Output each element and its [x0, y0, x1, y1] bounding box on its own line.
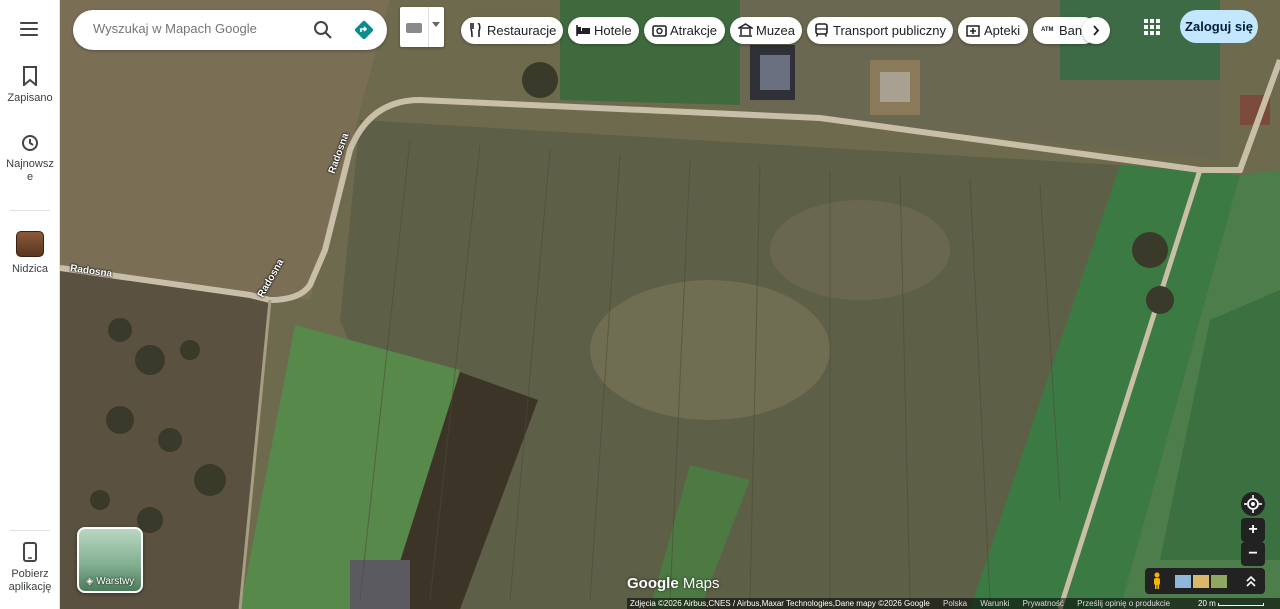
- left-rail: Zapisano Najnowsze Nidzica Pobierz aplik…: [0, 0, 60, 609]
- search-icon[interactable]: [313, 20, 333, 40]
- camera-icon: [652, 25, 667, 37]
- chip-museums[interactable]: Muzea: [730, 17, 802, 44]
- chip-label: Transport publiczny: [833, 23, 946, 38]
- chip-label: Muzea: [756, 23, 796, 38]
- zoom-out-button[interactable]: −: [1241, 542, 1265, 566]
- search-input[interactable]: [93, 21, 303, 36]
- chevron-down-icon: [432, 22, 440, 27]
- privacy-link[interactable]: Prywatność: [1023, 599, 1064, 608]
- saved-button[interactable]: Zapisano: [0, 66, 60, 105]
- chip-label: Restauracje: [487, 23, 557, 38]
- search-box: [73, 10, 387, 50]
- expand-up-icon[interactable]: [1245, 574, 1257, 588]
- location-target-icon: [1244, 495, 1262, 513]
- phone-icon: [23, 542, 37, 562]
- scale-label[interactable]: 20 m: [1198, 598, 1216, 609]
- saved-label: Zapisano: [7, 92, 53, 104]
- museum-icon: [738, 23, 753, 37]
- imagery-credit: Zdjęcia ©2026 Airbus,CNES / Airbus,Maxar…: [630, 599, 930, 608]
- bookmark-icon: [23, 66, 37, 86]
- train-icon: [815, 23, 828, 37]
- attribution-bar: Zdjęcia ©2026 Airbus,CNES / Airbus,Maxar…: [627, 598, 1280, 609]
- chip-label: Hotele: [594, 23, 632, 38]
- chip-restaurants[interactable]: Restauracje: [461, 17, 563, 44]
- country-link[interactable]: Polska: [943, 599, 967, 608]
- map-type-thumbnails[interactable]: [1175, 575, 1227, 588]
- scale-bar: [1218, 603, 1264, 606]
- layers-button[interactable]: ◈ Warstwy: [77, 527, 143, 593]
- sign-in-button[interactable]: Zaloguj się: [1180, 10, 1258, 43]
- download-app-button[interactable]: Pobierz aplikację: [0, 542, 60, 594]
- google-maps-logo: Google Maps: [627, 575, 720, 592]
- menu-icon[interactable]: [20, 22, 38, 36]
- plus-icon: +: [1248, 521, 1258, 538]
- chip-pharmacies[interactable]: Apteki: [958, 17, 1028, 44]
- chip-attractions[interactable]: Atrakcje: [644, 17, 725, 44]
- rail-divider: [10, 530, 50, 531]
- chips-next-button[interactable]: [1082, 17, 1110, 44]
- chip-label: Atrakcje: [670, 23, 717, 38]
- terrain-thumb-icon: [1193, 575, 1209, 588]
- traffic-thumb-icon: [1211, 575, 1227, 588]
- terms-link[interactable]: Warunki: [980, 599, 1009, 608]
- recent-button[interactable]: Najnowsze: [0, 134, 60, 184]
- chevron-right-icon: [1093, 25, 1100, 36]
- layers-label: Warstwy: [96, 576, 135, 587]
- satellite-map[interactable]: [60, 0, 1280, 609]
- place-label: Nidzica: [11, 263, 49, 275]
- apps-grid-icon[interactable]: [1144, 19, 1160, 35]
- directions-icon[interactable]: [353, 19, 375, 41]
- history-icon: [22, 135, 38, 151]
- place-thumbnail-icon: [16, 231, 44, 257]
- bottom-tools-bar: [1145, 568, 1265, 594]
- chip-hotels[interactable]: Hotele: [568, 17, 639, 44]
- chip-transit[interactable]: Transport publiczny: [807, 17, 953, 44]
- chip-label: Apteki: [984, 23, 1021, 38]
- atm-icon: ATM: [1041, 27, 1054, 33]
- download-label: Pobierz aplikację: [8, 568, 52, 593]
- my-location-button[interactable]: [1241, 492, 1265, 516]
- fork-knife-icon: [470, 23, 481, 37]
- zoom-in-button[interactable]: +: [1241, 518, 1265, 542]
- satellite-thumb-icon: [1175, 575, 1191, 588]
- google-wordmark: Google: [627, 575, 679, 592]
- minus-icon: −: [1248, 545, 1258, 562]
- recent-label: Najnowsze: [6, 158, 54, 183]
- layers-icon: ◈: [85, 576, 94, 587]
- pharmacy-icon: [966, 25, 980, 37]
- pegman-icon[interactable]: [1151, 572, 1163, 590]
- feedback-link[interactable]: Prześlij opinię o produkcie: [1077, 599, 1170, 608]
- maps-wordmark: Maps: [682, 575, 720, 592]
- bed-icon: [576, 25, 590, 36]
- place-nidzica-button[interactable]: Nidzica: [0, 231, 60, 276]
- input-tools-button[interactable]: [400, 7, 444, 47]
- rail-divider: [10, 210, 50, 211]
- keyboard-icon: [406, 23, 422, 33]
